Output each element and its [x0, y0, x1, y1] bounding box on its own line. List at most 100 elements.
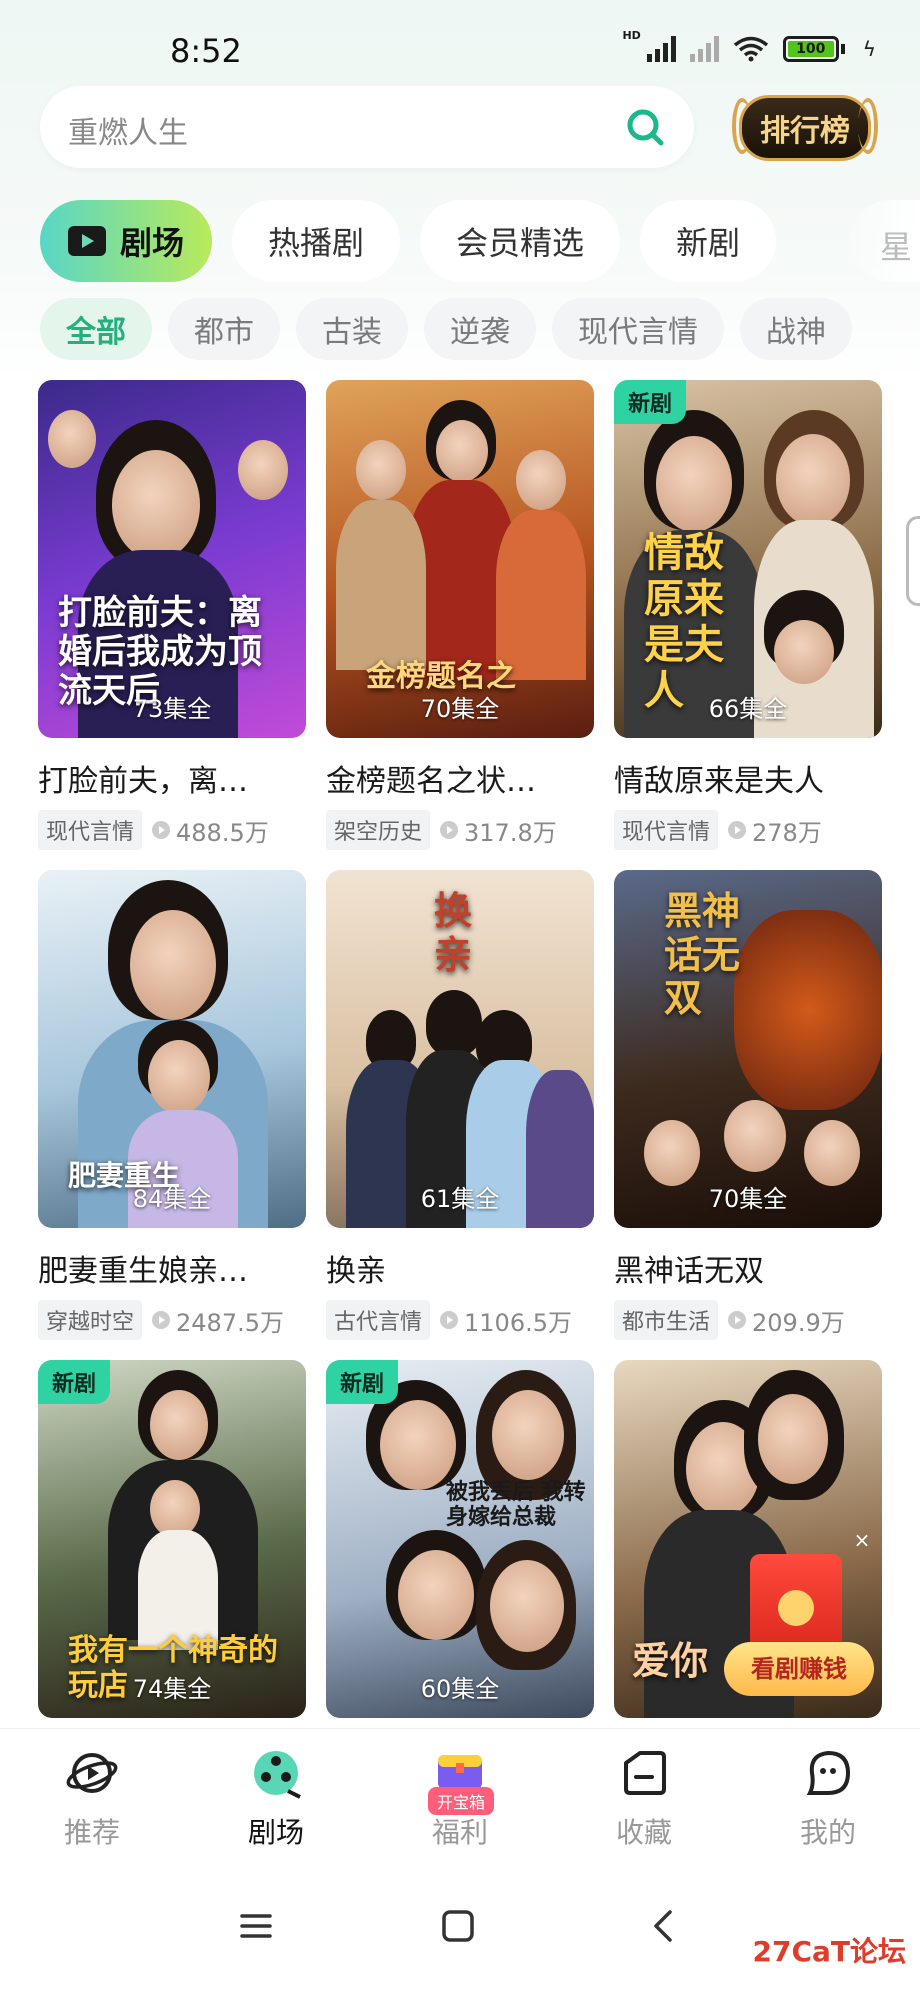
tab-new[interactable]: 新剧 — [640, 200, 777, 282]
play-count: 278万 — [728, 813, 822, 848]
home-icon[interactable] — [440, 1908, 476, 1944]
chip-urban[interactable]: 都市 — [168, 298, 280, 360]
play-count-icon — [728, 1311, 747, 1329]
chip-war-god[interactable]: 战神 — [740, 298, 852, 360]
play-count-icon — [152, 1311, 171, 1329]
nav-welfare[interactable]: 开宝箱 福利 — [368, 1729, 552, 1868]
episode-count: 73集全 — [132, 695, 212, 723]
drama-cover[interactable]: 情敌原来是夫人 新剧 66集全 — [614, 380, 882, 738]
drama-card[interactable]: 换亲 61集全 换亲 古代言情 1106.5万 — [326, 870, 594, 1340]
drama-meta: 古代言情 1106.5万 — [326, 1300, 594, 1340]
drama-meta: 现代言情 488.5万 — [38, 810, 306, 850]
nav-label: 推荐 — [63, 1816, 120, 1849]
drama-title: 情敌原来是夫人 — [614, 764, 824, 799]
hd-badge: HD — [622, 28, 641, 42]
drama-card[interactable]: 情敌原来是夫人 新剧 66集全 情敌原来是夫人 现代言情 278万 — [614, 380, 882, 850]
drama-title: 换亲 — [326, 1254, 386, 1289]
drama-card[interactable]: 被我丢后 我转身嫁给总裁 新剧 60集全 — [326, 1360, 594, 1718]
battery-icon: 100 — [782, 36, 845, 62]
nav-label: 我的 — [799, 1816, 856, 1849]
drama-title: 肥妻重生娘亲… — [38, 1254, 248, 1289]
drama-meta: 现代言情 278万 — [614, 810, 882, 850]
nav-mine[interactable]: 我的 — [736, 1729, 920, 1868]
nav-favorites[interactable]: 收藏 — [552, 1729, 736, 1868]
nav-recommend[interactable]: 推荐 — [0, 1729, 184, 1868]
laurel-right-icon — [858, 98, 878, 154]
menu-icon[interactable] — [238, 1908, 274, 1944]
play-count-icon — [440, 821, 459, 839]
drama-cover[interactable]: 肥妻重生 84集全 — [38, 870, 306, 1228]
chip-comeback[interactable]: 逆袭 — [424, 298, 536, 360]
episode-count: 84集全 — [132, 1185, 212, 1213]
episode-count: 60集全 — [420, 1675, 500, 1703]
status-bar: 8:52 HD 100 ϟ — [0, 0, 920, 80]
play-count: 1106.5万 — [440, 1303, 572, 1338]
chip-modern-romance[interactable]: 现代言情 — [552, 298, 724, 360]
signal-secondary-icon — [689, 36, 719, 62]
chip-all[interactable]: 全部 — [40, 298, 152, 360]
new-badge: 新剧 — [38, 1360, 111, 1404]
drama-cover[interactable]: 金榜题名之 70集全 — [326, 380, 594, 738]
play-count-value: 209.9万 — [752, 1308, 845, 1337]
genre-tag: 都市生活 — [614, 1300, 719, 1340]
drama-meta: 架空历史 317.8万 — [326, 810, 594, 850]
drama-card[interactable]: 肥妻重生 84集全 肥妻重生娘亲… 穿越时空 2487.5万 — [38, 870, 306, 1340]
drama-title: 黑神话无双 — [614, 1254, 764, 1289]
play-count: 317.8万 — [440, 813, 557, 848]
nav-label: 剧场 — [247, 1816, 304, 1849]
tab-hot[interactable]: 热播剧 — [232, 200, 401, 282]
profile-blob-icon — [806, 1750, 851, 1795]
tab-vip[interactable]: 会员精选 — [420, 200, 621, 282]
drama-card[interactable]: 黑神话无双 70集全 黑神话无双 都市生活 209.9万 — [614, 870, 882, 1340]
episode-count: 66集全 — [708, 695, 788, 723]
tab-star-partial[interactable]: 星 — [850, 200, 920, 282]
bottom-nav: 推荐 剧场 开宝箱 福利 收藏 我的 — [0, 1728, 920, 1868]
drama-card[interactable]: 金榜题名之 70集全 金榜题名之状… 架空历史 317.8万 — [326, 380, 594, 850]
drama-card[interactable]: 我有一个神奇的玩店 新剧 74集全 — [38, 1360, 306, 1718]
category-chips: 全部 都市 古装 逆袭 现代言情 战神 — [40, 298, 852, 360]
close-icon[interactable]: × — [850, 1528, 874, 1552]
tab-label: 剧场 — [120, 224, 185, 262]
search-bar[interactable]: 重燃人生 — [40, 86, 694, 168]
poster-title: 被我丢后 我转身嫁给总裁 — [446, 1480, 586, 1531]
tab-theater[interactable]: 剧场 — [40, 200, 213, 282]
poster-title: 情敌原来是夫人 — [644, 530, 724, 714]
nav-theater[interactable]: 剧场 — [184, 1729, 368, 1868]
genre-tag: 穿越时空 — [38, 1300, 143, 1340]
search-icon[interactable] — [624, 106, 666, 148]
drama-cover[interactable]: 我有一个神奇的玩店 新剧 74集全 — [38, 1360, 306, 1718]
play-count-icon — [728, 821, 747, 839]
play-count-value: 2487.5万 — [176, 1308, 284, 1337]
ranking-button[interactable]: 排行榜 — [730, 88, 880, 168]
watch-earn-promo[interactable]: × 看剧赚钱 — [724, 1528, 874, 1728]
battery-level: 100 — [787, 41, 834, 57]
play-count: 2487.5万 — [152, 1303, 284, 1338]
watermark: 27CaT论坛 — [752, 1935, 906, 1968]
tab-label: 会员精选 — [456, 224, 585, 262]
poster-title: 换亲 — [434, 889, 473, 977]
planet-play-icon — [66, 1753, 118, 1793]
chip-costume[interactable]: 古装 — [296, 298, 408, 360]
play-count-value: 1106.5万 — [464, 1308, 572, 1337]
genre-tag: 现代言情 — [38, 810, 143, 850]
drama-cover[interactable]: 被我丢后 我转身嫁给总裁 新剧 60集全 — [326, 1360, 594, 1718]
main-tabs: 剧场 热播剧 会员精选 新剧 — [40, 200, 777, 282]
tv-play-icon — [68, 226, 106, 256]
tab-label: 新剧 — [676, 224, 741, 262]
episode-count: 70集全 — [708, 1185, 788, 1213]
status-icons: HD 100 ϟ — [622, 29, 876, 62]
poster-title: 黑神话无双 — [664, 889, 741, 1021]
drama-meta: 穿越时空 2487.5万 — [38, 1300, 306, 1340]
drama-meta: 都市生活 209.9万 — [614, 1300, 882, 1340]
drama-cover[interactable]: 打脸前夫：离婚后我成为顶流天后 73集全 — [38, 380, 306, 738]
genre-tag: 架空历史 — [326, 810, 431, 850]
ranking-label: 排行榜 — [739, 95, 871, 161]
drama-title: 金榜题名之状… — [326, 764, 536, 799]
drama-cover[interactable]: 换亲 61集全 — [326, 870, 594, 1228]
drama-card[interactable]: 打脸前夫：离婚后我成为顶流天后 73集全 打脸前夫，离… 现代言情 488.5万 — [38, 380, 306, 850]
genre-tag: 古代言情 — [326, 1300, 431, 1340]
back-icon[interactable] — [646, 1908, 682, 1944]
nav-label: 收藏 — [615, 1816, 672, 1849]
drama-cover[interactable]: 黑神话无双 70集全 — [614, 870, 882, 1228]
side-handle[interactable] — [906, 516, 920, 606]
